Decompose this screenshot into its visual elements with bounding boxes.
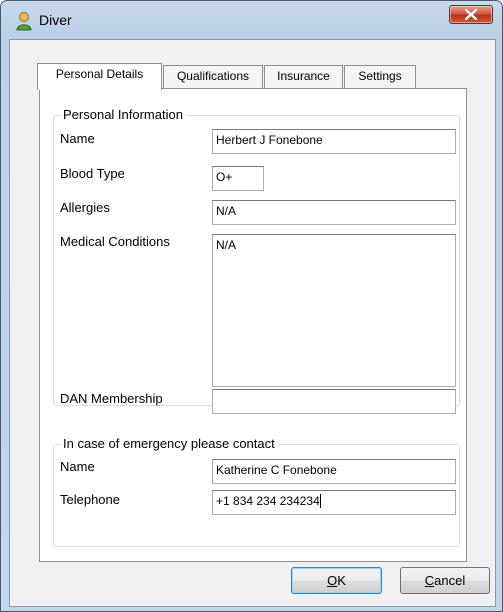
user-icon [15,11,33,31]
telephone-label: Telephone [60,492,120,507]
tab-insurance[interactable]: Insurance [264,65,343,88]
allergies-field[interactable]: N/A [212,200,456,225]
name-field[interactable]: Herbert J Fonebone [212,129,456,154]
blood-type-field[interactable]: O+ [212,166,264,191]
telephone-field[interactable]: +1 834 234 234234 [212,490,456,515]
dialog-body: Personal Details Qualifications Insuranc… [9,39,496,607]
dialog-window: Diver Personal Details Qualifications In… [0,0,503,612]
medical-conditions-label: Medical Conditions [60,234,170,249]
text-caret [319,494,321,508]
blood-type-label: Blood Type [60,166,125,181]
ok-button[interactable]: OK [291,567,382,594]
cancel-button[interactable]: Cancel [400,567,490,594]
dan-membership-field[interactable] [212,389,456,414]
dan-membership-label: DAN Membership [60,391,163,406]
tab-personal-details[interactable]: Personal Details [37,63,162,90]
emergency-name-label: Name [60,459,95,474]
personal-information-legend: Personal Information [60,107,186,122]
personal-information-group: Personal Information Name Herbert J Fone… [53,107,460,414]
title-bar[interactable]: Diver [1,1,502,39]
window-title: Diver [39,12,72,28]
name-label: Name [60,131,95,146]
emergency-name-field[interactable]: Katherine C Fonebone [212,459,456,484]
close-icon [465,9,477,20]
tab-qualifications[interactable]: Qualifications [163,65,263,88]
personal-details-panel: Personal Information Name Herbert J Fone… [39,88,467,562]
allergies-label: Allergies [60,200,110,215]
tab-settings[interactable]: Settings [344,65,416,88]
emergency-contact-legend: In case of emergency please contact [60,436,278,451]
medical-conditions-field[interactable]: N/A [212,234,456,387]
close-button[interactable] [449,5,493,24]
emergency-contact-group: In case of emergency please contact Name… [53,436,460,547]
